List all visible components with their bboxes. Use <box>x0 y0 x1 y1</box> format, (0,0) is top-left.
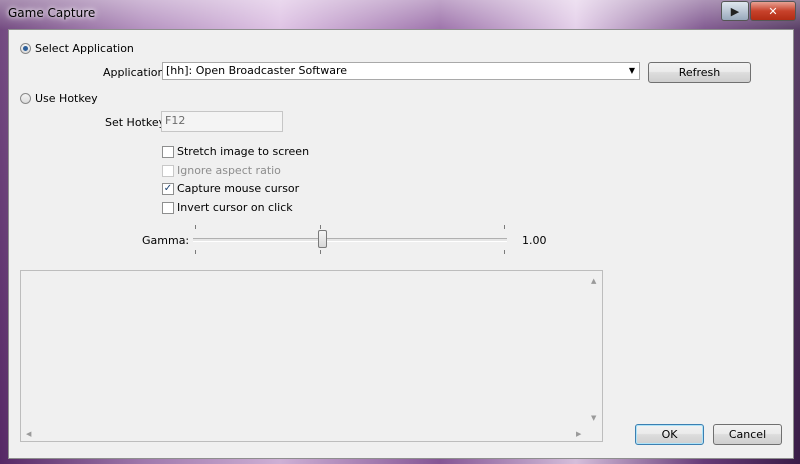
hotkey-value: F12 <box>165 114 186 127</box>
close-icon: ✕ <box>768 4 778 18</box>
invert-cursor-checkbox[interactable] <box>162 201 174 214</box>
title-bar[interactable]: Game Capture ▶ ✕ <box>0 0 800 28</box>
slider-tick <box>504 250 505 254</box>
application-dropdown[interactable]: [hh]: Open Broadcaster Software ▼ <box>162 62 640 80</box>
use-hotkey-radio[interactable] <box>20 93 31 104</box>
slider-tick <box>195 250 196 254</box>
ok-button-label: OK <box>661 428 678 441</box>
application-label: Application: <box>103 66 169 79</box>
slider-tick <box>504 225 505 229</box>
scroll-right-icon[interactable]: ▶ <box>576 430 581 438</box>
checkmark-icon: ✓ <box>163 182 173 194</box>
cancel-button-label: Cancel <box>728 428 767 441</box>
window-title: Game Capture <box>8 6 96 20</box>
hotkey-field: F12 <box>161 111 283 132</box>
use-hotkey-label: Use Hotkey <box>35 92 98 105</box>
capture-mouse-label: Capture mouse cursor <box>177 182 300 195</box>
ignore-aspect-option: Ignore aspect ratio <box>162 164 281 177</box>
help-button[interactable]: ▶ <box>721 1 749 21</box>
slider-tick <box>320 225 321 229</box>
select-application-label: Select Application <box>35 42 134 55</box>
ignore-aspect-label: Ignore aspect ratio <box>177 164 281 177</box>
slider-thumb[interactable] <box>318 230 327 248</box>
radio-dot-icon <box>23 46 28 51</box>
slider-tick <box>195 225 196 229</box>
scroll-left-icon[interactable]: ◀ <box>26 430 31 438</box>
close-button[interactable]: ✕ <box>750 1 796 21</box>
ignore-aspect-checkbox <box>162 164 174 177</box>
capture-mouse-option[interactable]: ✓ Capture mouse cursor <box>162 182 299 195</box>
use-hotkey-option[interactable]: Use Hotkey <box>20 92 98 105</box>
invert-cursor-label: Invert cursor on click <box>177 201 293 214</box>
dropdown-arrow-icon: ▼ <box>628 66 635 75</box>
ok-button[interactable]: OK <box>635 424 704 445</box>
dialog-client-area: Select Application Application: [hh]: Op… <box>8 29 794 459</box>
slider-track <box>193 238 507 242</box>
scroll-down-icon[interactable]: ▼ <box>591 414 596 422</box>
cancel-button[interactable]: Cancel <box>713 424 782 445</box>
gamma-label: Gamma: <box>142 234 190 247</box>
gamma-slider[interactable] <box>193 223 507 257</box>
application-selected-value: [hh]: Open Broadcaster Software <box>166 64 347 77</box>
log-text-area[interactable]: ▲ ▼ ◀ ▶ <box>20 270 603 442</box>
help-icon: ▶ <box>730 4 740 18</box>
capture-mouse-checkbox[interactable]: ✓ <box>162 182 174 195</box>
slider-tick <box>320 250 321 254</box>
select-application-option[interactable]: Select Application <box>20 42 134 55</box>
invert-cursor-option[interactable]: Invert cursor on click <box>162 201 293 214</box>
select-application-radio[interactable] <box>20 43 31 54</box>
stretch-image-label: Stretch image to screen <box>177 145 310 158</box>
refresh-button[interactable]: Refresh <box>648 62 751 83</box>
set-hotkey-label: Set Hotkey <box>105 116 166 129</box>
stretch-image-checkbox[interactable] <box>162 145 174 158</box>
gamma-value: 1.00 <box>522 234 547 247</box>
scroll-up-icon[interactable]: ▲ <box>591 277 596 285</box>
stretch-image-option[interactable]: Stretch image to screen <box>162 145 309 158</box>
refresh-button-label: Refresh <box>678 66 721 79</box>
